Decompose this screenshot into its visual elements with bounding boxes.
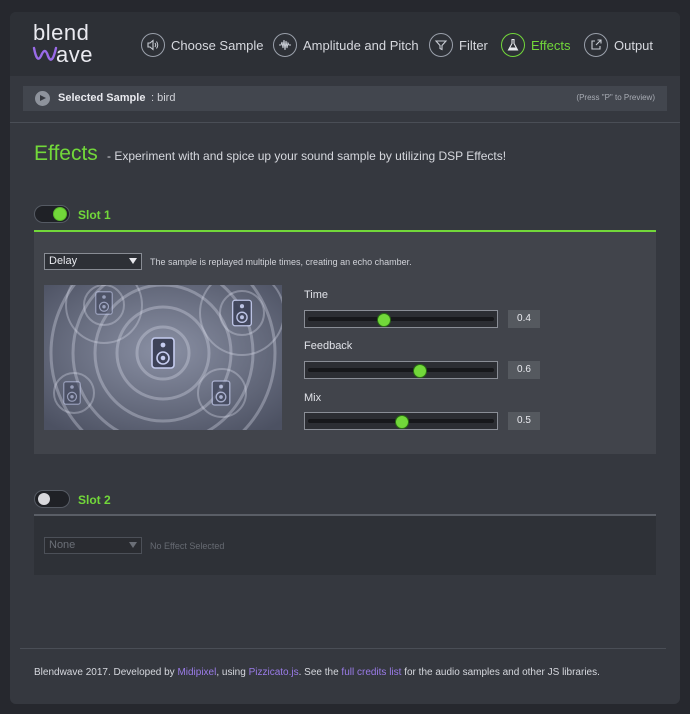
slider-thumb[interactable] [414,365,427,377]
nav-label: Output [614,37,654,53]
slider-thumb[interactable] [377,314,390,326]
param-label-feedback: Feedback [304,340,353,352]
slider-track [308,317,494,321]
nav-label: Effects [531,37,571,53]
nav-effects[interactable]: Effects [501,32,571,58]
footer: Blendwave 2017. Developed by Midipixel, … [34,667,600,678]
header: blend ave Choose Sample Amplitude and Pi… [10,12,680,76]
blendwave-logo[interactable]: blend ave [32,20,112,67]
nav-label: Amplitude and Pitch [303,37,419,53]
funnel-icon [429,33,453,57]
feedback-value: 0.6 [508,361,540,379]
nav-label: Filter [459,37,488,53]
toggle-knob [54,208,66,220]
nav-label: Choose Sample [171,37,264,53]
page-subtitle: - Experiment with and spice up your soun… [107,149,507,163]
library-link[interactable]: Pizzicato.js [249,667,299,678]
speaker-icon [141,33,165,57]
slot2-effect-select[interactable]: None [44,537,142,554]
app-window: blend ave Choose Sample Amplitude and Pi… [10,12,680,704]
slot1-effect-select[interactable]: Delay [44,253,142,270]
slot2-toggle[interactable] [34,490,70,508]
feedback-slider[interactable] [304,361,498,379]
slider-thumb[interactable] [396,416,408,428]
toggle-knob [38,493,50,505]
slot1-effect-description: The sample is replayed multiple times, c… [150,257,412,267]
slot1-label: Slot 1 [78,208,111,222]
slot2-label: Slot 2 [78,493,111,507]
waveform-icon [273,33,297,57]
chevron-down-icon [129,258,137,264]
nav-filter[interactable]: Filter [429,32,488,58]
slot1-toggle[interactable] [34,205,70,223]
param-label-time: Time [304,289,329,301]
divider [10,122,680,123]
footer-text: for the audio samples and other JS libra… [401,667,600,678]
preview-hint: (Press "P" to Preview) [576,93,655,102]
nav-choose-sample[interactable]: Choose Sample [141,32,264,58]
mix-slider[interactable] [304,412,498,430]
select-value: Delay [49,255,78,267]
export-icon [584,33,608,57]
footer-text: Blendwave 2017. Developed by [34,667,178,678]
chevron-down-icon [129,542,137,548]
nav-amplitude-pitch[interactable]: Amplitude and Pitch [273,32,419,58]
selected-sample-label: Selected Sample [58,92,146,104]
effect-visual [44,285,282,430]
credits-link[interactable]: full credits list [341,667,401,678]
footer-divider [20,648,666,649]
selected-sample-bar: Selected Sample : bird (Press "P" to Pre… [23,86,667,111]
slot2-effect-description: No Effect Selected [150,541,225,551]
page-title: Effects [34,142,98,165]
select-value: None [49,539,76,551]
footer-text: , using [216,667,249,678]
logo-text-bottom: ave [56,42,93,67]
time-value: 0.4 [508,310,540,328]
play-icon[interactable] [35,91,50,106]
flask-icon [501,33,525,57]
param-label-mix: Mix [304,392,322,404]
nav-output[interactable]: Output [584,32,653,58]
selected-sample-value: : bird [151,92,176,104]
slider-track [308,368,494,372]
footer-text: . See the [298,667,342,678]
mix-value: 0.5 [508,412,540,430]
developer-link[interactable]: Midipixel [177,667,216,678]
time-slider[interactable] [304,310,498,328]
